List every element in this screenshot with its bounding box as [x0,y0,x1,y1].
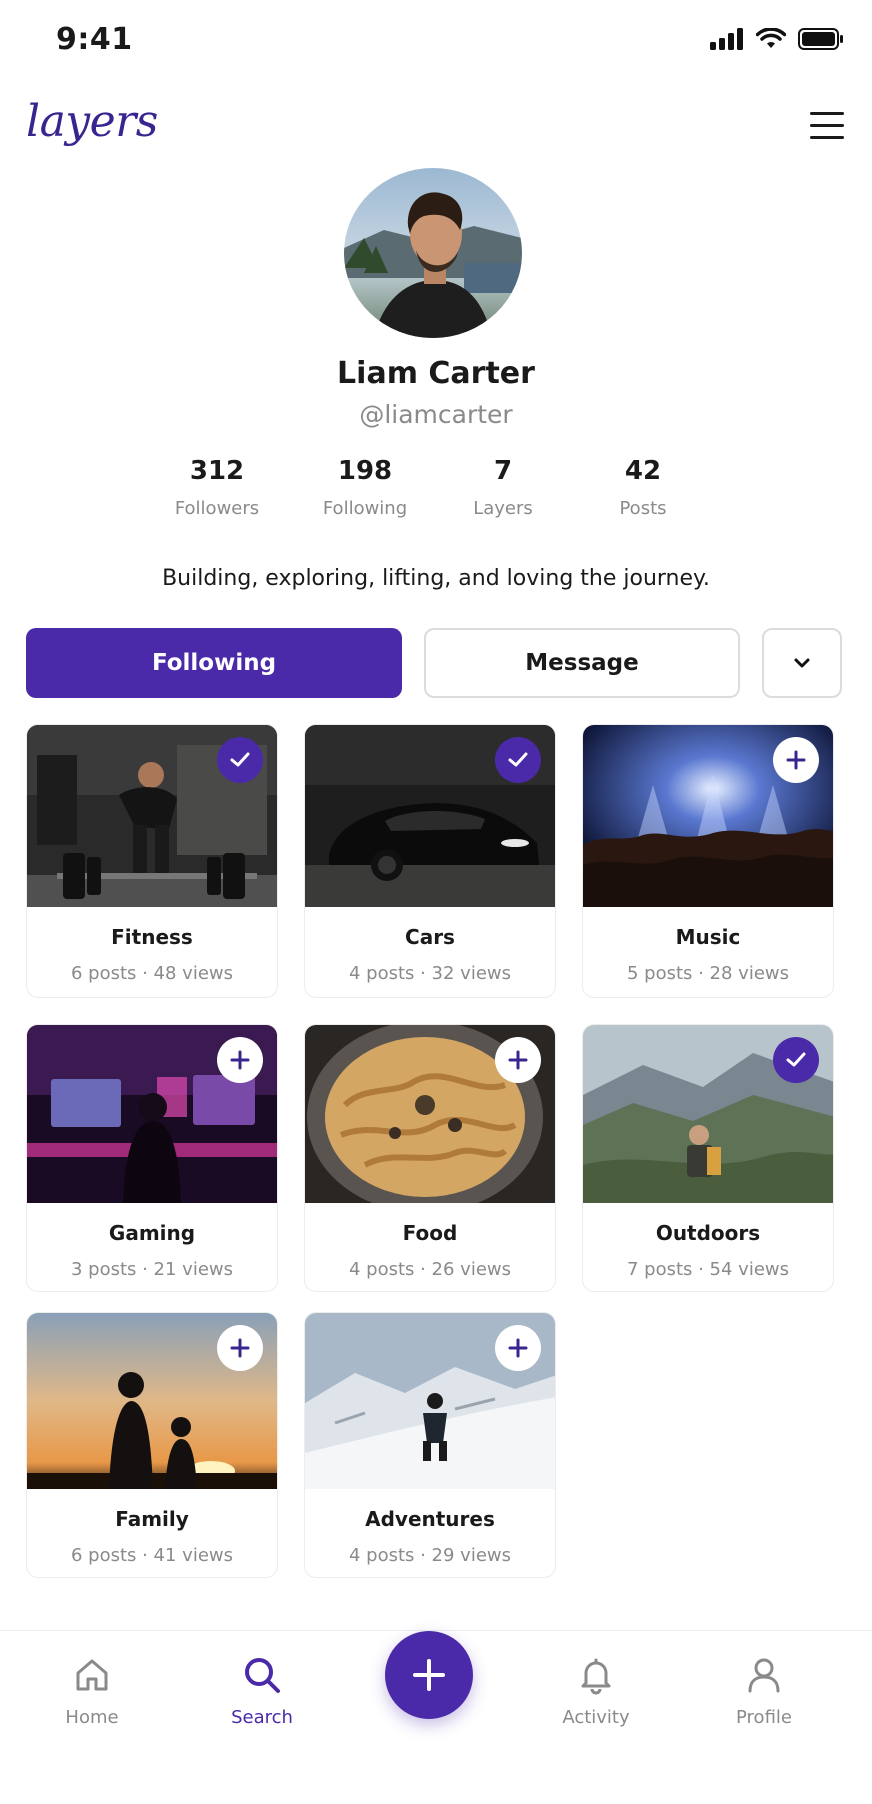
nav-search[interactable]: Search [202,1655,322,1728]
nav-activity[interactable]: Activity [536,1655,656,1728]
layer-card-family[interactable]: Family 6 posts · 41 views [26,1312,278,1578]
layer-card-cars[interactable]: Cars 4 posts · 32 views [304,724,556,998]
menu-icon[interactable] [810,112,844,140]
app-logo[interactable]: layers [26,96,158,147]
nav-label: Profile [736,1707,792,1728]
layer-title: Food [402,1221,458,1245]
plus-icon [508,1338,528,1358]
check-icon [786,1052,806,1067]
status-time: 9:41 [56,22,133,57]
followed-badge[interactable] [773,1037,819,1083]
stat-label: Followers [174,498,260,519]
layer-title: Family [115,1507,189,1531]
stat-following[interactable]: 198 Following [310,456,420,519]
stat-layers[interactable]: 7 Layers [448,456,558,519]
check-icon [230,752,250,767]
followed-badge[interactable] [495,737,541,783]
stat-value: 198 [337,456,393,486]
layer-title: Cars [405,925,455,949]
bottom-nav: Home Search Activity Profile [0,1630,872,1804]
profile-handle: @liamcarter [359,400,513,429]
home-icon [76,1659,108,1691]
layer-image [27,1313,277,1489]
nav-home[interactable]: Home [32,1655,152,1728]
chevron-down-icon [794,658,810,668]
nav-label: Activity [562,1707,630,1728]
status-bar: 9:41 [0,0,872,88]
layer-image [27,725,277,907]
layer-card-food[interactable]: Food 4 posts · 26 views [304,1024,556,1292]
app-header: layers [0,92,872,162]
nav-label: Search [231,1707,293,1728]
layer-meta: 6 posts · 41 views [70,1545,234,1566]
layer-image [583,1025,833,1203]
wifi-icon [756,28,786,48]
status-icons [710,28,844,50]
nav-label: Home [65,1707,119,1728]
search-icon [245,1658,280,1693]
add-badge[interactable] [217,1325,263,1371]
add-badge[interactable] [495,1037,541,1083]
plus-icon [508,1050,528,1070]
layer-title: Fitness [111,925,193,949]
stat-posts[interactable]: 42 Posts [588,456,698,519]
plus-icon [413,1659,445,1691]
plus-icon [230,1050,250,1070]
layer-image [583,725,833,907]
layer-meta: 4 posts · 32 views [348,963,512,984]
layer-meta: 4 posts · 29 views [348,1545,512,1566]
layer-card-fitness[interactable]: Fitness 6 posts · 48 views [26,724,278,998]
profile-name: Liam Carter [337,356,535,391]
followed-badge[interactable] [217,737,263,783]
stat-label: Layers [473,498,533,519]
layer-title: Music [675,925,741,949]
layer-meta: 7 posts · 54 views [626,1259,790,1280]
signal-icon [710,28,743,50]
layer-title: Outdoors [655,1221,761,1245]
plus-icon [786,750,806,770]
stat-value: 7 [493,456,513,486]
stat-value: 312 [189,456,245,486]
user-icon [748,1658,780,1693]
message-button[interactable]: Message [424,628,740,698]
add-badge[interactable] [773,737,819,783]
layer-title: Adventures [365,1507,495,1531]
avatar [344,168,522,338]
stat-followers[interactable]: 312 Followers [162,456,272,519]
layer-image [305,1025,555,1203]
layer-meta: 6 posts · 48 views [70,963,234,984]
layer-meta: 5 posts · 28 views [626,963,790,984]
layer-meta: 3 posts · 21 views [70,1259,234,1280]
profile-bio: Building, exploring, lifting, and loving… [162,566,710,591]
create-button[interactable] [385,1631,473,1719]
layer-card-outdoors[interactable]: Outdoors 7 posts · 54 views [582,1024,834,1292]
more-options-button[interactable] [762,628,842,698]
stat-value: 42 [624,456,662,486]
stat-label: Posts [619,498,667,519]
layer-title: Gaming [108,1221,196,1245]
plus-icon [230,1338,250,1358]
layer-image [305,725,555,907]
layer-image [27,1025,277,1203]
check-icon [508,752,528,767]
following-button[interactable]: Following [26,628,402,698]
layer-card-music[interactable]: Music 5 posts · 28 views [582,724,834,998]
battery-icon [798,28,843,50]
add-badge[interactable] [495,1325,541,1371]
layer-meta: 4 posts · 26 views [348,1259,512,1280]
stat-label: Following [322,498,408,519]
layer-card-gaming[interactable]: Gaming 3 posts · 21 views [26,1024,278,1292]
layer-card-adventures[interactable]: Adventures 4 posts · 29 views [304,1312,556,1578]
layer-image [305,1313,555,1489]
bell-icon [581,1658,611,1695]
add-badge[interactable] [217,1037,263,1083]
nav-profile[interactable]: Profile [704,1655,824,1728]
